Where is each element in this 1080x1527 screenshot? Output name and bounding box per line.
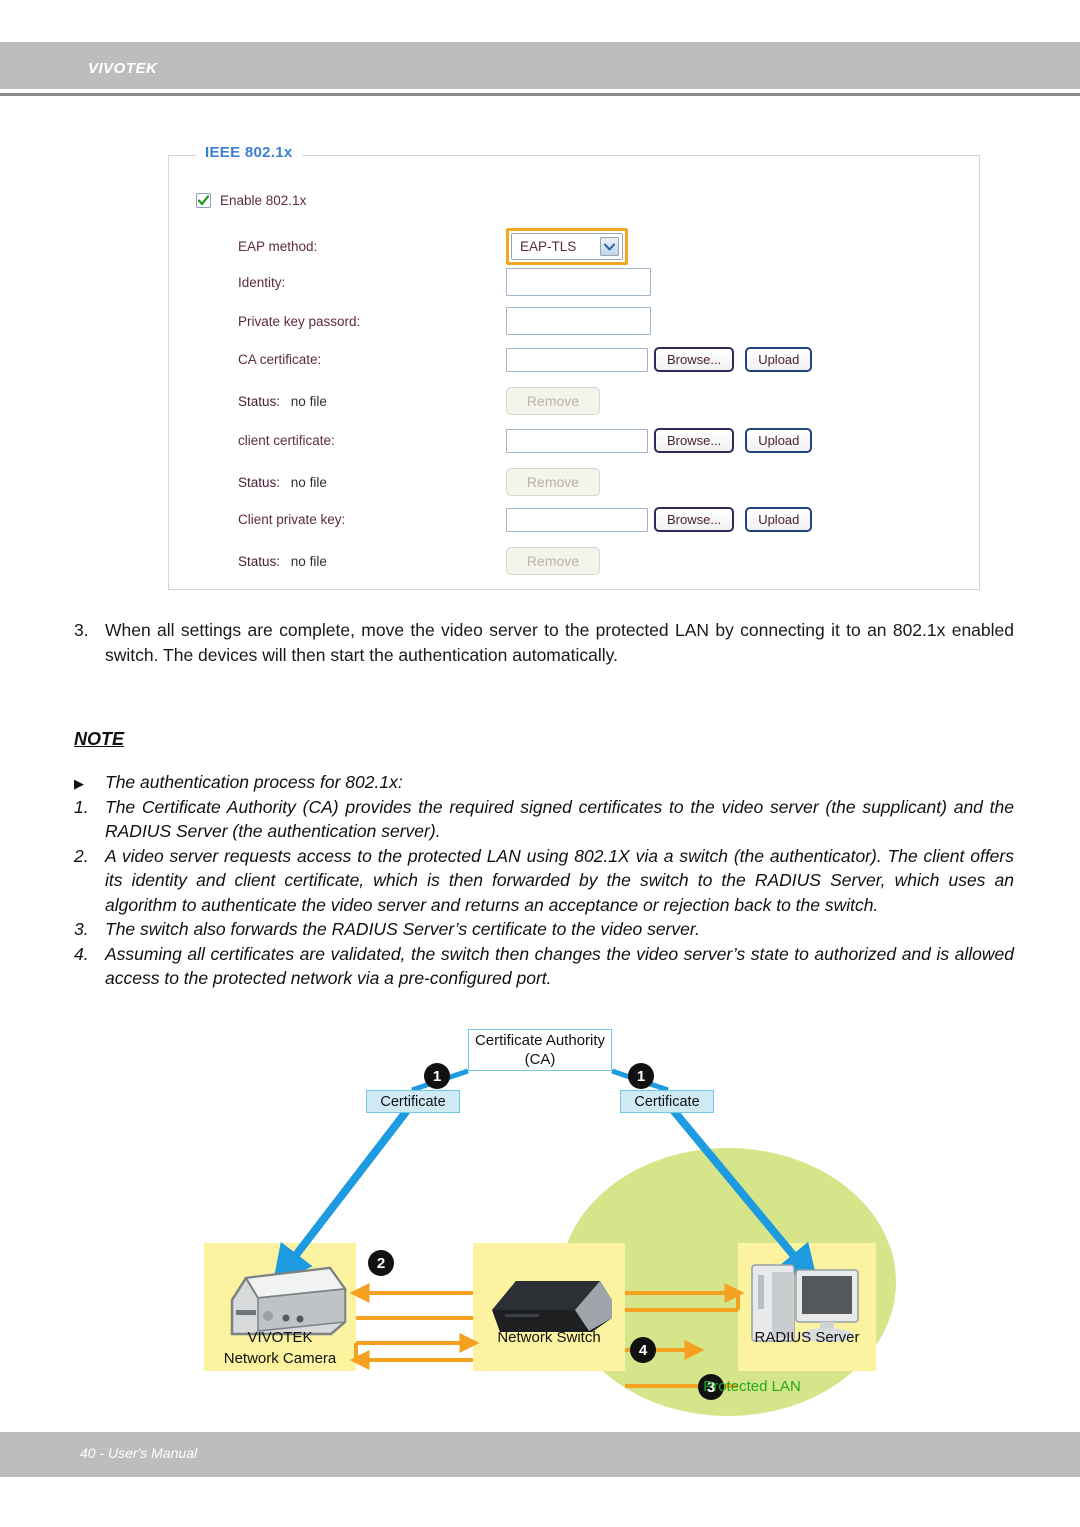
ca-certificate-status-row: Status: no file Remove	[238, 387, 600, 415]
ca-certificate-status-label: Status:	[238, 393, 281, 409]
certificate-label-left: Certificate	[366, 1090, 460, 1113]
switch-device-panel	[473, 1243, 625, 1371]
note-item: 2. A video server requests access to the…	[74, 844, 1014, 918]
ca-certificate-upload-button[interactable]: Upload	[745, 347, 813, 372]
eap-method-highlight: EAP-TLS	[506, 228, 628, 265]
client-private-key-label: Client private key:	[238, 512, 346, 527]
note-item: 4. Assuming all certificates are validat…	[74, 942, 1014, 991]
camera-caption: VIVOTEK Network Camera	[204, 1327, 356, 1369]
private-key-password-label: Private key passord:	[238, 313, 361, 329]
client-private-key-status-label: Status:	[238, 553, 281, 569]
triangle-right-icon: ▶	[74, 776, 84, 791]
enable-8021x-checkbox[interactable]	[196, 193, 211, 208]
eap-method-label: EAP method:	[238, 239, 318, 254]
note-item-text: The authentication process for 802.1x:	[105, 772, 403, 792]
footer-page-label: 40 - User's Manual	[80, 1445, 198, 1461]
private-key-password-input[interactable]	[506, 307, 651, 335]
note-heading: NOTE	[74, 729, 125, 749]
step-badge-2: 2	[368, 1250, 394, 1276]
identity-label: Identity:	[238, 274, 286, 290]
ca-certificate-input[interactable]	[506, 347, 648, 372]
client-certificate-upload-button[interactable]: Upload	[745, 428, 813, 453]
ca-title-line1: Certificate Authority	[474, 1032, 606, 1049]
note-item-marker: 2.	[74, 845, 89, 866]
client-certificate-remove-button[interactable]: Remove	[506, 468, 600, 496]
client-certificate-status-row: Status: no file Remove	[238, 468, 600, 496]
brand-logo-text: VIVOTEK	[88, 60, 158, 77]
note-item-text: The Certificate Authority (CA) provides …	[105, 796, 1014, 842]
client-private-key-remove-button[interactable]: Remove	[506, 547, 600, 575]
eap-method-select[interactable]: EAP-TLS	[511, 233, 623, 260]
note-item-text: A video server requests access to the pr…	[105, 845, 1014, 915]
page-header-bar	[0, 42, 1080, 89]
client-certificate-status-label: Status:	[238, 474, 281, 490]
chevron-down-icon[interactable]	[600, 237, 619, 256]
enable-8021x-label: Enable 802.1x	[220, 193, 307, 208]
client-private-key-status-row: Status: no file Remove	[238, 547, 600, 575]
ca-certificate-status-value: no file	[290, 393, 327, 409]
step-3-number: 3.	[74, 620, 89, 640]
client-certificate-browse-button[interactable]: Browse...	[654, 428, 735, 453]
client-private-key-status: Status: no file	[238, 554, 506, 569]
ca-certificate-remove-button[interactable]: Remove	[506, 387, 600, 415]
client-private-key-row: Client private key: Browse... Upload	[238, 507, 813, 532]
ca-certificate-label: CA certificate:	[238, 352, 322, 367]
switch-caption: Network Switch	[497, 1329, 601, 1346]
enable-8021x-row[interactable]: Enable 802.1x	[196, 193, 306, 208]
step-badge-1-left: 1	[424, 1063, 450, 1089]
header-divider	[0, 93, 1080, 96]
ca-certificate-browse-button[interactable]: Browse...	[654, 347, 735, 372]
client-certificate-input[interactable]	[506, 428, 648, 453]
identity-row: Identity:	[238, 268, 651, 296]
note-item-marker: 4.	[74, 943, 89, 964]
radius-caption: RADIUS Server	[754, 1329, 860, 1346]
note-item-marker: 1.	[74, 796, 89, 817]
step-3-paragraph: 3. When all settings are complete, move …	[74, 618, 1014, 668]
ca-title-line2: (CA)	[524, 1051, 556, 1068]
client-private-key-status-value: no file	[290, 553, 327, 569]
step-badge-4: 4	[630, 1337, 656, 1363]
note-item: 1. The Certificate Authority (CA) provid…	[74, 795, 1014, 844]
certificate-label-right: Certificate	[620, 1090, 714, 1113]
ca-certificate-status: Status: no file	[238, 394, 506, 409]
radius-device-panel	[738, 1243, 876, 1371]
client-private-key-browse-button[interactable]: Browse...	[654, 507, 735, 532]
camera-caption-line1: VIVOTEK	[247, 1329, 313, 1346]
panel-legend: IEEE 802.1x	[196, 144, 302, 161]
note-item-marker: 3.	[74, 919, 89, 939]
eap-method-row: EAP method: EAP-TLS	[238, 228, 628, 265]
note-item: 3. The switch also forwards the RADIUS S…	[74, 917, 1014, 942]
protected-lan-label: Protected LAN	[703, 1378, 801, 1395]
client-certificate-status-value: no file	[290, 474, 327, 490]
step-3-text: When all settings are complete, move the…	[105, 620, 1014, 665]
ca-certificate-row: CA certificate: Browse... Upload	[238, 347, 813, 372]
note-list: ▶ The authentication process for 802.1x:…	[74, 770, 1014, 991]
private-key-password-row: Private key passord:	[238, 307, 651, 335]
client-private-key-upload-button[interactable]: Upload	[745, 507, 813, 532]
note-item-text: Assuming all certificates are validated,…	[105, 943, 1014, 989]
client-private-key-input[interactable]	[506, 507, 648, 532]
identity-input[interactable]	[506, 268, 651, 296]
note-item-text: The switch also forwards the RADIUS Serv…	[105, 919, 700, 939]
certificate-authority-box: Certificate Authority (CA)	[468, 1029, 612, 1071]
eap-method-value: EAP-TLS	[520, 239, 577, 254]
client-certificate-row: client certificate: Browse... Upload	[238, 428, 813, 453]
client-certificate-status: Status: no file	[238, 475, 506, 490]
note-item: ▶ The authentication process for 802.1x:	[74, 770, 1014, 795]
client-certificate-label: client certificate:	[238, 433, 335, 448]
step-badge-1-right: 1	[628, 1063, 654, 1089]
camera-caption-line2: Network Camera	[223, 1350, 337, 1367]
